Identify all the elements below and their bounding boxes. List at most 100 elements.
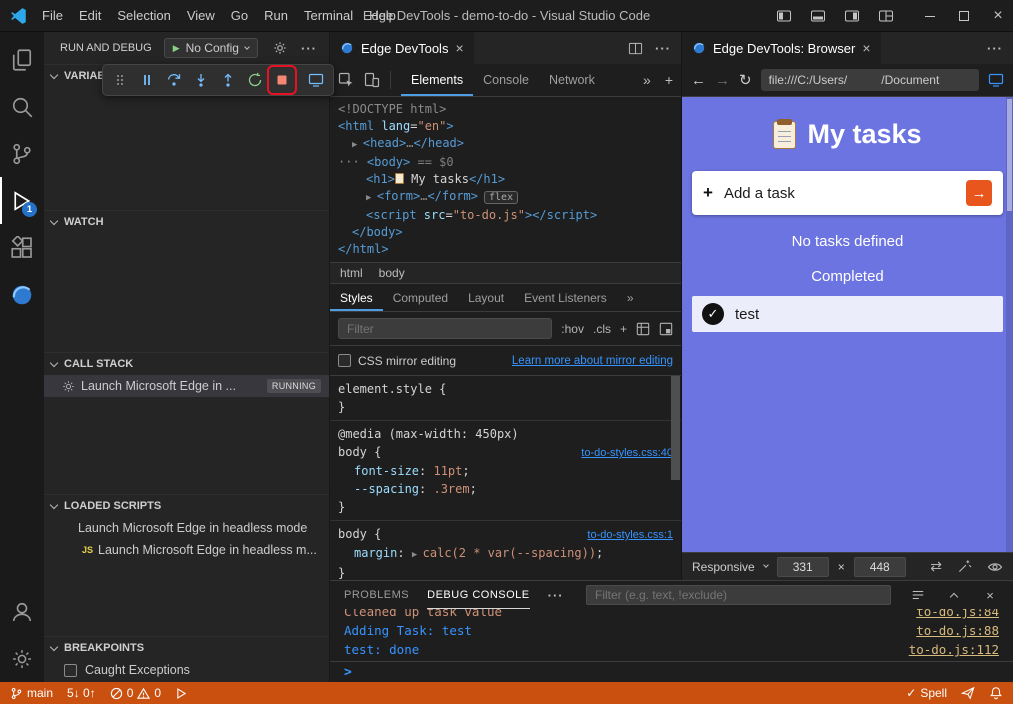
screencast-toggle-icon[interactable] xyxy=(303,67,329,93)
toggle-primary-sidebar-icon[interactable] xyxy=(769,1,799,31)
explorer-icon[interactable] xyxy=(0,36,44,83)
menu-file[interactable]: File xyxy=(34,5,71,26)
eye-icon[interactable] xyxy=(987,559,1003,575)
source-link[interactable]: to-do.js:112 xyxy=(909,642,999,657)
tab-computed[interactable]: Computed xyxy=(383,284,458,311)
device-width-input[interactable] xyxy=(777,557,829,577)
stylesheet-link[interactable]: to-do-styles.css:40 xyxy=(581,444,673,462)
drag-handle-icon[interactable] xyxy=(107,67,133,93)
source-control-icon[interactable] xyxy=(0,130,44,177)
dom-tree-line[interactable]: <h1> My tasks</h1> xyxy=(330,171,681,188)
close-button[interactable]: × xyxy=(983,1,1013,31)
menu-terminal[interactable]: Terminal xyxy=(296,5,361,26)
css-property[interactable]: font-size: 11pt; xyxy=(338,462,673,480)
wand-icon[interactable] xyxy=(957,559,972,574)
submit-task-button[interactable]: → xyxy=(966,180,992,206)
breakpoints-header[interactable]: BREAKPOINTS xyxy=(44,637,329,659)
menu-selection[interactable]: Selection xyxy=(109,5,178,26)
tab-problems[interactable]: PROBLEMS xyxy=(344,581,409,609)
viewport-scrollbar[interactable] xyxy=(1006,97,1013,552)
customize-layout-icon[interactable] xyxy=(871,1,901,31)
dom-tree-line[interactable]: ▶ <head>…</head> xyxy=(330,135,681,154)
rotate-icon[interactable]: ⇄ xyxy=(930,558,942,575)
spell-item[interactable]: ✓Spell xyxy=(906,686,947,700)
dom-tree-line[interactable]: ▶ <form>…</form>flex xyxy=(330,188,681,207)
settings-gear-icon[interactable] xyxy=(0,635,44,682)
debug-status-icon[interactable] xyxy=(175,687,188,700)
minimize-button[interactable] xyxy=(915,1,945,31)
css-mirror-checkbox[interactable] xyxy=(338,354,351,367)
grid-overlay-icon[interactable] xyxy=(636,322,650,336)
class-button[interactable]: .cls xyxy=(593,322,611,336)
split-editor-icon[interactable] xyxy=(628,41,643,56)
menu-help[interactable]: Help xyxy=(361,5,404,26)
editor-more-icon[interactable]: ··· xyxy=(655,41,671,56)
dom-tree-line[interactable]: ··· <body> == $0 xyxy=(330,154,681,171)
styles-filter-input[interactable] xyxy=(338,318,552,339)
breakpoint-item[interactable]: Caught Exceptions xyxy=(44,659,329,681)
tab-network[interactable]: Network xyxy=(539,64,605,96)
toggle-panel-icon[interactable] xyxy=(803,1,833,31)
menu-view[interactable]: View xyxy=(179,5,223,26)
tab-debug-console[interactable]: DEBUG CONSOLE xyxy=(427,581,529,609)
add-task-card[interactable]: + Add a task → xyxy=(692,171,1003,215)
debug-config-dropdown[interactable]: ▶ No Config xyxy=(164,38,258,58)
device-mode-dropdown[interactable]: Responsive xyxy=(692,560,755,574)
menu-go[interactable]: Go xyxy=(223,5,256,26)
tab-edge-devtools-browser[interactable]: Edge DevTools: Browser × xyxy=(682,32,881,64)
loaded-script-item[interactable]: Launch Microsoft Edge in headless mode xyxy=(44,517,329,539)
step-out-button[interactable] xyxy=(215,67,241,93)
device-emulation-icon[interactable] xyxy=(364,72,380,88)
tab-elements[interactable]: Elements xyxy=(401,64,473,96)
tab-styles[interactable]: Styles xyxy=(330,284,383,311)
toggle-secondary-sidebar-icon[interactable] xyxy=(837,1,867,31)
call-stack-item[interactable]: Launch Microsoft Edge in ... RUNNING xyxy=(44,375,329,397)
tab-console[interactable]: Console xyxy=(473,64,539,96)
dom-tree-line[interactable]: </body> xyxy=(330,224,681,241)
css-property[interactable]: --spacing: .3rem; xyxy=(338,480,673,498)
step-over-button[interactable] xyxy=(161,67,187,93)
styles-scrollbar[interactable] xyxy=(671,376,680,480)
task-done-icon[interactable]: ✓ xyxy=(702,303,724,325)
breakpoint-checkbox[interactable] xyxy=(64,664,77,677)
screencast-icon[interactable] xyxy=(988,72,1004,88)
forward-icon[interactable]: → xyxy=(715,72,730,89)
search-icon[interactable] xyxy=(0,83,44,130)
stop-button[interactable] xyxy=(269,67,295,93)
restart-button[interactable] xyxy=(242,67,268,93)
pause-button[interactable] xyxy=(134,67,160,93)
watch-header[interactable]: WATCH xyxy=(44,211,329,233)
panel-maximize-icon[interactable] xyxy=(945,586,963,604)
console-input-row[interactable]: > xyxy=(330,661,1013,682)
editor-more-icon[interactable]: ··· xyxy=(987,41,1003,56)
back-icon[interactable]: ← xyxy=(691,72,706,89)
panel-close-icon[interactable]: × xyxy=(981,586,999,604)
more-style-tabs-icon[interactable]: » xyxy=(617,284,644,311)
tab-edge-devtools[interactable]: Edge DevTools × xyxy=(330,32,474,64)
sync-item[interactable]: 5↓ 0↑ xyxy=(67,686,96,700)
start-debug-icon[interactable]: ▶ xyxy=(173,43,180,54)
call-stack-header[interactable]: CALL STACK xyxy=(44,353,329,375)
inspect-icon[interactable] xyxy=(338,72,354,88)
device-height-input[interactable] xyxy=(854,557,906,577)
completed-task-row[interactable]: ✓ test xyxy=(692,296,1003,332)
console-output-icon[interactable] xyxy=(909,586,927,604)
source-link[interactable]: to-do.js:88 xyxy=(916,623,999,638)
branch-item[interactable]: main xyxy=(10,686,53,700)
feedback-icon[interactable] xyxy=(961,686,975,700)
run-debug-icon[interactable]: 1 xyxy=(0,177,44,224)
tab-layout[interactable]: Layout xyxy=(458,284,514,311)
mirror-learn-more-link[interactable]: Learn more about mirror editing xyxy=(512,355,673,367)
panel-more-icon[interactable]: ··· xyxy=(548,588,564,603)
menu-run[interactable]: Run xyxy=(256,5,296,26)
close-icon[interactable]: × xyxy=(455,40,463,56)
debug-gear-icon[interactable] xyxy=(273,41,287,55)
problems-item[interactable]: 0 0 xyxy=(110,686,161,700)
more-tabs-icon[interactable]: » xyxy=(643,72,651,88)
pseudo-state-button[interactable]: :hov xyxy=(561,322,584,336)
computed-pane-icon[interactable] xyxy=(659,322,673,336)
loaded-script-item[interactable]: JSLaunch Microsoft Edge in headless m... xyxy=(44,539,329,561)
close-icon[interactable]: × xyxy=(862,40,870,56)
maximize-button[interactable] xyxy=(949,1,979,31)
tab-event-listeners[interactable]: Event Listeners xyxy=(514,284,617,311)
